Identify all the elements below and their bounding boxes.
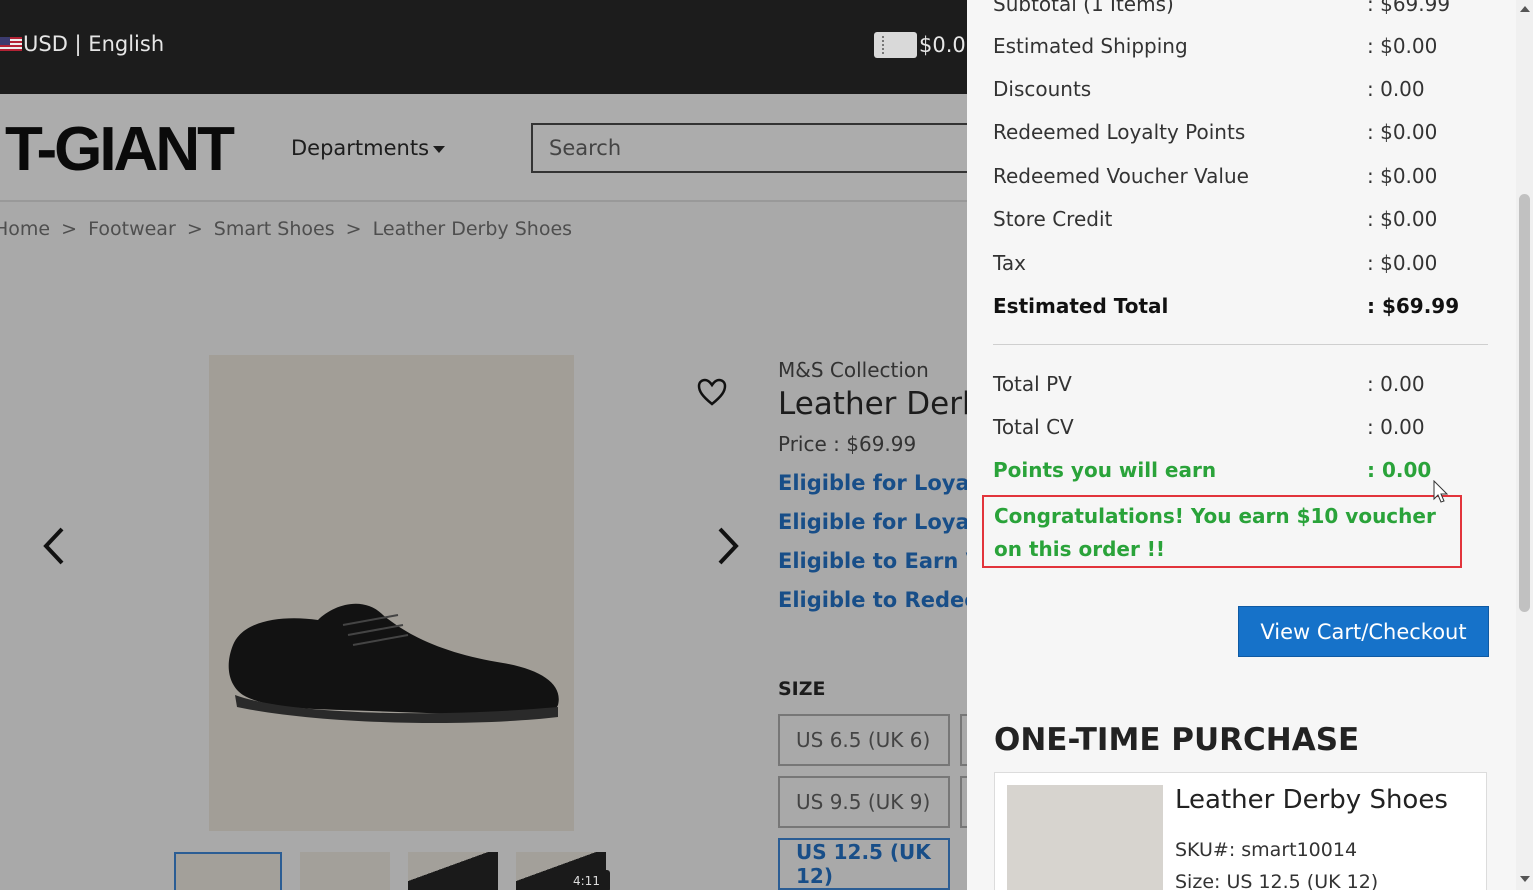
summary-divider: [993, 344, 1488, 345]
summary-value: : 0.00: [1367, 77, 1425, 101]
currency-language-label: USD | English: [23, 32, 165, 56]
cart-drawer: Subtotal (1 Items) : $69.99 Estimated Sh…: [967, 0, 1533, 890]
eligibility-redeem-voucher[interactable]: Eligible to Redeem Voucher: [778, 588, 967, 612]
scroll-down-icon[interactable]: [1520, 876, 1530, 882]
summary-label: Estimated Shipping: [993, 34, 1188, 58]
search-placeholder: Search: [549, 136, 622, 160]
summary-label: Total PV: [993, 372, 1072, 396]
mini-cart-amount: $0.00: [919, 33, 967, 57]
summary-value: : $0.00: [1367, 34, 1438, 58]
cart-item-card: Leather Derby Shoes SKU#: smart10014 Siz…: [994, 772, 1487, 890]
view-cart-checkout-button[interactable]: View Cart/Checkout: [1238, 606, 1489, 657]
breadcrumb-smart-shoes[interactable]: Smart Shoes: [214, 218, 335, 240]
product-page: USD | English $0.00 T-GIANT Departments …: [0, 0, 967, 890]
summary-label: Subtotal (1 Items): [993, 0, 1174, 16]
site-logo[interactable]: T-GIANT: [5, 114, 235, 185]
scroll-thumb[interactable]: [1519, 194, 1530, 612]
thumbnail[interactable]: [174, 852, 282, 890]
size-option[interactable]: [960, 714, 967, 766]
cart-item-image: [1007, 785, 1163, 890]
next-image-arrow-icon[interactable]: [712, 525, 742, 567]
summary-label: Redeemed Loyalty Points: [993, 120, 1246, 144]
summary-label: Total CV: [993, 415, 1074, 439]
scroll-up-icon[interactable]: [1520, 6, 1530, 12]
eligibility-earn-voucher[interactable]: Eligible to Earn Voucher: [778, 549, 967, 573]
summary-label: Points you will earn: [993, 458, 1217, 482]
thumbnail-strip: [174, 852, 606, 890]
derby-shoe-image: [228, 603, 559, 723]
summary-label: Tax: [993, 251, 1026, 275]
cart-item-name[interactable]: Leather Derby Shoes: [1175, 785, 1448, 815]
voucher-congrats-message: Congratulations! You earn $10 voucher on…: [982, 495, 1462, 568]
product-info: M&S Collection Leather Derby Shoes Price…: [778, 358, 967, 612]
product-price: Price : $69.99: [778, 432, 917, 456]
site-header: T-GIANT Departments Search: [0, 94, 967, 202]
mini-cart[interactable]: $0.00: [874, 32, 967, 58]
summary-label: Redeemed Voucher Value: [993, 164, 1249, 188]
summary-label: Discounts: [993, 77, 1092, 101]
caret-down-icon: [433, 145, 446, 153]
summary-value: : 0.00: [1367, 415, 1425, 439]
product-title: Leather Derby Shoes: [778, 386, 967, 422]
top-bar: USD | English $0.00: [0, 0, 967, 94]
size-option[interactable]: US 9.5 (UK 9): [778, 776, 950, 828]
summary-value: : $69.99: [1367, 0, 1451, 16]
breadcrumb-separator: >: [186, 218, 203, 240]
mouse-cursor-icon: [1433, 480, 1449, 503]
departments-menu[interactable]: Departments: [291, 136, 446, 160]
summary-value: : 0.00: [1367, 372, 1425, 396]
summary-value: : $0.00: [1367, 207, 1438, 231]
drawer-scrollbar[interactable]: [1516, 0, 1533, 890]
currency-language-selector[interactable]: USD | English: [0, 32, 164, 56]
breadcrumb-footwear[interactable]: Footwear: [88, 218, 176, 240]
prev-image-arrow-icon[interactable]: [40, 525, 70, 567]
summary-value: : $0.00: [1367, 120, 1438, 144]
breadcrumb-separator: >: [61, 218, 78, 240]
video-timestamp: 4:11: [563, 870, 610, 890]
eligibility-loyalty-redeem[interactable]: Eligible for Loyalty Points Redemption: [778, 510, 967, 534]
size-label: SIZE: [778, 678, 826, 700]
size-option[interactable]: US 6.5 (UK 6): [778, 714, 950, 766]
eligibility-loyalty[interactable]: Eligible for Loyalty Points: [778, 471, 967, 495]
cart-item-sku: SKU#: smart10014: [1175, 839, 1358, 861]
search-input[interactable]: Search: [531, 123, 967, 173]
departments-label: Departments: [291, 136, 430, 160]
summary-value: : $69.99: [1367, 294, 1460, 318]
breadcrumb-home[interactable]: Home: [0, 218, 50, 240]
breadcrumb: Home > Footwear > Smart Shoes > Leather …: [0, 218, 577, 240]
us-flag-icon: [0, 37, 22, 51]
ticket-icon: [874, 32, 917, 58]
thumbnail[interactable]: [300, 852, 390, 890]
breadcrumb-current: Leather Derby Shoes: [372, 218, 573, 240]
summary-label: Store Credit: [993, 207, 1113, 231]
summary-value: : 0.00: [1367, 458, 1432, 482]
product-image: [209, 355, 574, 831]
one-time-purchase-title: ONE-TIME PURCHASE: [994, 722, 1360, 758]
cart-item-size: Size: US 12.5 (UK 12): [1175, 871, 1379, 890]
thumbnail[interactable]: [408, 852, 498, 890]
summary-value: : $0.00: [1367, 164, 1438, 188]
wishlist-heart-icon[interactable]: [697, 378, 727, 406]
breadcrumb-separator: >: [345, 218, 362, 240]
summary-label: Estimated Total: [993, 294, 1169, 318]
size-option[interactable]: [960, 776, 967, 828]
summary-value: : $0.00: [1367, 251, 1438, 275]
product-brand: M&S Collection: [778, 358, 929, 382]
size-option-selected[interactable]: US 12.5 (UK 12): [778, 838, 950, 890]
